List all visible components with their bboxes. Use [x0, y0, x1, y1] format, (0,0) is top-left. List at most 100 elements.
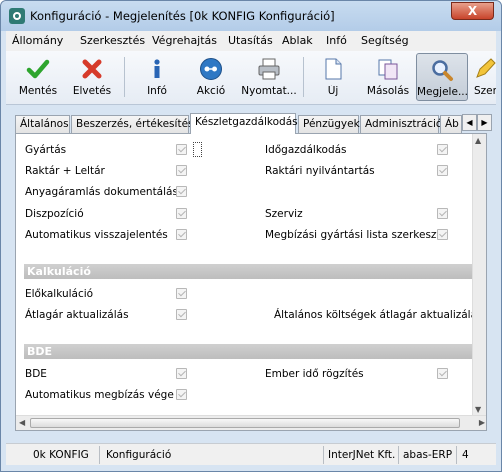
- atlagar-aktualizalas-checkbox[interactable]: [176, 309, 187, 320]
- elokalkulacio-label: Előkalkuláció: [25, 288, 94, 300]
- copy-icon: [378, 59, 398, 80]
- automatikus-megbizas-vege-checkbox[interactable]: [176, 389, 187, 400]
- info-button[interactable]: Infó: [132, 53, 182, 101]
- automatikus-visszajelentes-checkbox[interactable]: [176, 229, 187, 240]
- focus-indicator: [193, 142, 202, 157]
- display-button[interactable]: Megjele...: [416, 53, 468, 101]
- status-code: 0k KONFIG: [33, 449, 89, 461]
- discard-button[interactable]: Elvetés: [64, 53, 120, 101]
- tab-scroll-arrows: ◀ ▶: [462, 114, 492, 131]
- print-button[interactable]: Nyomtat...: [240, 53, 298, 101]
- print-label: Nyomtat...: [241, 85, 297, 97]
- tab-ab[interactable]: Áb: [440, 115, 462, 133]
- atlagar-aktualizalas-label: Átlagár aktualizálás: [25, 309, 129, 321]
- info-label: Infó: [147, 85, 167, 97]
- pencil-icon: [476, 58, 496, 78]
- diszpozicio-checkbox[interactable]: [176, 208, 187, 219]
- elokalkulacio-checkbox[interactable]: [176, 288, 187, 299]
- printer-icon: [258, 58, 280, 80]
- altalanos-koltsegek-label: Általános költségek átlagár aktualizálás…: [274, 309, 487, 321]
- scroll-up-arrow-icon[interactable]: ▲: [475, 136, 481, 145]
- discard-label: Elvetés: [72, 85, 112, 97]
- x-icon: [82, 59, 102, 79]
- tab-beszerzes-ertekesites[interactable]: Beszerzés, értékesítés: [71, 115, 194, 133]
- display-label: Megjele...: [417, 86, 467, 98]
- vertical-scrollbar[interactable]: ▲ ▼: [472, 134, 486, 416]
- raktari-nyilvantartas-label: Raktári nyilvántartás: [265, 165, 375, 177]
- window-title: Konfiguráció - Megjelenítés [0k KONFIG K…: [30, 9, 335, 23]
- menu-segitseg[interactable]: Segítség: [361, 34, 409, 47]
- scroll-left-arrow-icon[interactable]: ◀: [19, 418, 25, 427]
- toolbar: Mentés Elvetés Infó Akció Nyomtat... Új …: [6, 51, 496, 105]
- tab-altalanos[interactable]: Általános: [15, 115, 70, 133]
- anyagaramlas-label: Anyagáramlás dokumentálása: [25, 186, 185, 198]
- tab-scroll-right-button[interactable]: ▶: [477, 114, 492, 131]
- automatikus-megbizas-vege-label: Automatikus megbízás vége: [25, 389, 174, 401]
- status-divider: [398, 446, 399, 464]
- status-name: Konfiguráció: [106, 449, 172, 461]
- idogazdalkodas-checkbox[interactable]: [437, 144, 448, 155]
- action-icon: [200, 58, 222, 80]
- status-divider: [456, 446, 457, 464]
- tab-keszletgazdalkodas[interactable]: Készletgazdálkodás: [190, 113, 298, 134]
- status-number: 4: [462, 449, 469, 461]
- save-button[interactable]: Mentés: [10, 53, 66, 101]
- close-window-button[interactable]: X: [451, 2, 494, 20]
- status-company: InterJNet Kft.: [328, 449, 396, 461]
- new-document-icon: [325, 58, 342, 80]
- bde-label: BDE: [25, 368, 47, 380]
- tab-penzugyek[interactable]: Pénzügyek: [298, 115, 360, 133]
- ember-ido-rogzites-label: Ember idő rögzítés: [265, 368, 364, 380]
- toolbar-separator: [124, 57, 125, 97]
- tab-adminisztracio[interactable]: Adminisztráció: [360, 115, 442, 133]
- application-window: Konfiguráció - Megjelenítés [0k KONFIG K…: [0, 0, 502, 472]
- info-icon: [154, 59, 160, 78]
- check-icon: [26, 59, 50, 79]
- toolbar-separator: [303, 57, 304, 97]
- megbizasi-gyartasi-lista-label: Megbízási gyártási lista szerkesztő: [265, 229, 447, 241]
- action-button[interactable]: Akció: [186, 53, 236, 101]
- horizontal-scroll-thumb[interactable]: [30, 418, 460, 428]
- edit-label: Szer: [474, 85, 496, 97]
- automatikus-visszajelentes-label: Automatikus visszajelentés: [25, 229, 168, 241]
- new-button[interactable]: Új: [308, 53, 358, 101]
- szerviz-label: Szerviz: [265, 208, 303, 220]
- anyagaramlas-checkbox[interactable]: [176, 186, 187, 197]
- edit-button[interactable]: Szer: [470, 53, 496, 101]
- status-product: abas-ERP: [403, 449, 453, 461]
- menu-vegrehajtas[interactable]: Végrehajtás: [152, 34, 217, 47]
- title-bar[interactable]: Konfiguráció - Megjelenítés [0k KONFIG K…: [1, 1, 501, 31]
- raktar-leltar-checkbox[interactable]: [176, 165, 187, 176]
- megbizasi-gyartasi-lista-checkbox[interactable]: [437, 229, 448, 240]
- diszpozicio-label: Diszpozíció: [25, 208, 84, 220]
- idogazdalkodas-label: Időgazdálkodás: [265, 144, 347, 156]
- bde-checkbox[interactable]: [176, 368, 187, 379]
- kalkulacio-section-header: Kalkuláció: [24, 264, 472, 279]
- save-label: Mentés: [18, 85, 58, 97]
- magnifier-icon: [432, 60, 453, 81]
- menu-bar: Állomány Szerkesztés Végrehajtás Utasítá…: [6, 31, 496, 51]
- raktari-nyilvantartas-checkbox[interactable]: [437, 165, 448, 176]
- bde-section-header: BDE: [24, 344, 472, 359]
- scroll-right-arrow-icon[interactable]: ▶: [479, 418, 485, 427]
- tab-strip: Általános Beszerzés, értékesítés Készlet…: [15, 113, 481, 134]
- menu-ablak[interactable]: Ablak: [282, 34, 313, 47]
- menu-allomany[interactable]: Állomány: [12, 34, 63, 47]
- status-divider: [323, 446, 324, 464]
- menu-szerkesztes[interactable]: Szerkesztés: [80, 34, 145, 47]
- gyartas-checkbox[interactable]: [176, 144, 187, 155]
- tab-scroll-left-button[interactable]: ◀: [462, 114, 477, 131]
- action-label: Akció: [196, 85, 226, 97]
- scroll-down-arrow-icon[interactable]: ▼: [475, 405, 481, 414]
- new-label: Új: [327, 85, 339, 97]
- raktar-leltar-label: Raktár + Leltár: [25, 165, 105, 177]
- app-logo-icon: [9, 8, 25, 24]
- gyartas-label: Gyártás: [25, 144, 67, 156]
- menu-info[interactable]: Infó: [326, 34, 347, 47]
- status-bar: 0k KONFIG Konfiguráció InterJNet Kft. ab…: [6, 443, 496, 465]
- ember-ido-rogzites-checkbox[interactable]: [437, 368, 448, 379]
- copy-button[interactable]: Másolás: [362, 53, 414, 101]
- horizontal-scrollbar[interactable]: ◀ ▶: [16, 415, 486, 430]
- szerviz-checkbox[interactable]: [437, 208, 448, 219]
- menu-utasitas[interactable]: Utasítás: [228, 34, 273, 47]
